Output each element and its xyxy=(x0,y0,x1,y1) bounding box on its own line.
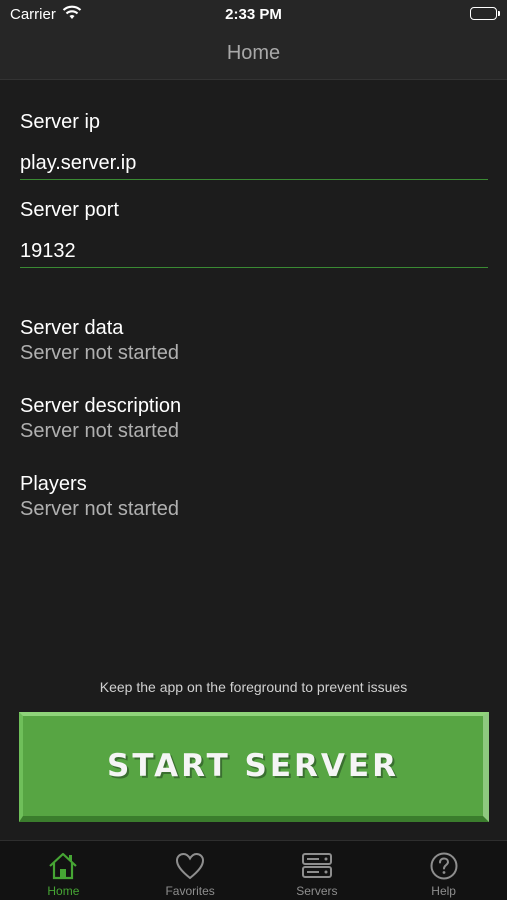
tab-servers[interactable]: Servers xyxy=(254,841,381,900)
tab-help-label: Help xyxy=(431,884,456,898)
help-icon xyxy=(430,852,458,880)
nav-bar: Home xyxy=(0,30,507,80)
battery-icon xyxy=(470,7,500,20)
tab-help[interactable]: Help xyxy=(380,841,507,900)
players-value: Server not started xyxy=(20,498,179,520)
server-ip-label: Server ip xyxy=(20,111,101,133)
start-server-button[interactable]: START SERVER xyxy=(19,712,489,822)
players-label: Players xyxy=(20,473,87,495)
servers-icon xyxy=(301,853,332,878)
tab-home[interactable]: Home xyxy=(0,841,127,900)
server-port-label: Server port xyxy=(20,199,119,221)
server-ip-input[interactable] xyxy=(20,148,488,180)
status-bar: Carrier 2:33 PM xyxy=(0,0,507,30)
server-port-input[interactable] xyxy=(20,236,488,268)
page-title: Home xyxy=(226,42,281,64)
clock: 2:33 PM xyxy=(225,6,282,23)
server-data-value: Server not started xyxy=(20,342,179,364)
tab-home-label: Home xyxy=(47,884,80,898)
tab-bar: Home Favorites Servers Help xyxy=(0,840,507,900)
start-server-label: START SERVER xyxy=(107,748,399,784)
server-description-label: Server description xyxy=(20,395,182,417)
foreground-hint: Keep the app on the foreground to preven… xyxy=(99,679,408,695)
server-description-value: Server not started xyxy=(20,420,179,442)
tab-favorites-label: Favorites xyxy=(165,884,215,898)
tab-favorites[interactable]: Favorites xyxy=(127,841,254,900)
heart-icon xyxy=(176,852,205,880)
tab-servers-label: Servers xyxy=(296,884,338,898)
home-icon xyxy=(49,852,78,880)
server-data-label: Server data xyxy=(20,317,124,339)
